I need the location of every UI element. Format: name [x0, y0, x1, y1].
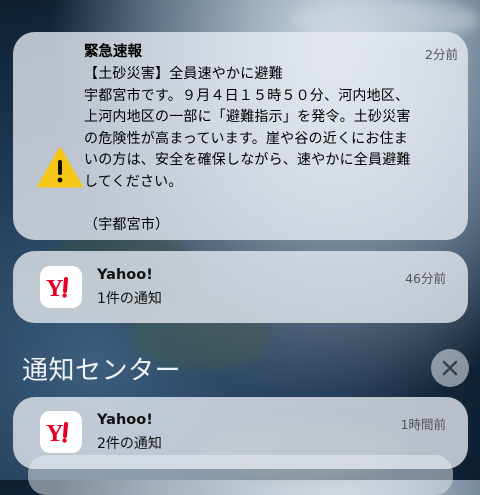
warning-triangle-icon	[37, 147, 83, 189]
alert-timestamp: 2分前	[425, 47, 458, 62]
alert-title: 緊急速報	[84, 44, 142, 60]
notification-center-title: 通知センター	[22, 356, 182, 386]
notification-timestamp: 46分前	[405, 271, 446, 286]
notification-yahoo[interactable]: Y Yahoo! 2件の通知 1時間前	[13, 397, 468, 469]
yahoo-app-icon: Y	[40, 266, 82, 308]
notification-app-name: Yahoo!	[97, 412, 153, 428]
notification-app-name: Yahoo!	[97, 267, 153, 283]
yahoo-app-icon: Y	[40, 411, 82, 453]
svg-text:Y: Y	[46, 421, 63, 447]
alert-message: 【土砂災害】全員速やかに避難 宇都宮市です。９月４日１５時５０分、河内地区、 上…	[84, 66, 411, 233]
notification-message: 1件の通知	[97, 291, 162, 307]
close-icon	[442, 360, 458, 376]
svg-text:Y: Y	[46, 276, 63, 302]
notification-yahoo[interactable]: Y Yahoo! 1件の通知 46分前	[13, 251, 468, 323]
notification-message: 2件の通知	[97, 436, 162, 452]
notification-timestamp: 1時間前	[400, 417, 446, 432]
clear-notifications-button[interactable]	[431, 349, 469, 387]
